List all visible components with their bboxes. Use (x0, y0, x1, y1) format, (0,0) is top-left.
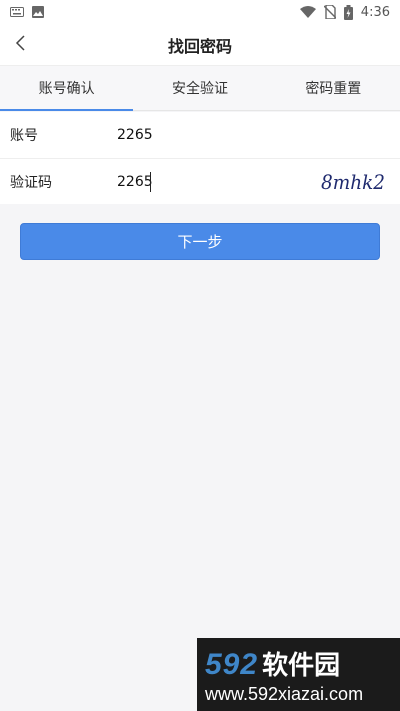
status-bar: 4:36 (0, 0, 400, 24)
watermark-brand-name: 软件园 (262, 650, 341, 681)
wifi-icon (299, 6, 316, 18)
back-button[interactable] (6, 30, 36, 60)
title-bar: 找回密码 (0, 24, 400, 66)
account-label: 账号 (10, 128, 38, 144)
tab-account-confirm[interactable]: 账号确认 (0, 66, 134, 111)
captcha-row: 验证码 8mhk2 (0, 158, 400, 204)
captcha-label: 验证码 (10, 174, 52, 191)
watermark-url: www.592xiazai.com (205, 683, 364, 704)
tab-password-reset[interactable]: 密码重置 (267, 66, 400, 110)
tab-label: 密码重置 (305, 81, 362, 97)
watermark-brand: 592 软件园 (205, 645, 400, 682)
watermark-logo: 592 软件园 www.592xiazai.com (197, 638, 400, 711)
tab-label: 安全验证 (171, 81, 228, 97)
recovery-form: 账号 验证码 8mhk2 (0, 112, 400, 204)
battery-icon (343, 4, 353, 20)
status-right: 4:36 (299, 4, 390, 20)
captcha-image[interactable]: 8mhk2 (318, 166, 390, 198)
tab-label: 账号确认 (38, 81, 95, 97)
step-tabs: 账号确认 安全验证 密码重置 (0, 66, 400, 111)
text-caret (150, 172, 151, 192)
watermark-brand-number: 592 (205, 647, 259, 681)
status-time: 4:36 (360, 4, 390, 20)
tab-security-verify[interactable]: 安全验证 (133, 66, 266, 110)
no-sim-icon (323, 5, 336, 19)
page-title: 找回密码 (167, 36, 232, 56)
status-left (10, 6, 44, 18)
captcha-text: 8mhk2 (321, 170, 385, 194)
captcha-input[interactable] (117, 166, 318, 197)
account-input[interactable] (117, 120, 390, 150)
next-step-button[interactable]: 下一步 (20, 223, 380, 260)
account-row: 账号 (0, 112, 400, 158)
keyboard-icon (10, 7, 24, 17)
image-icon (32, 6, 44, 18)
chevron-left-icon (15, 35, 27, 55)
